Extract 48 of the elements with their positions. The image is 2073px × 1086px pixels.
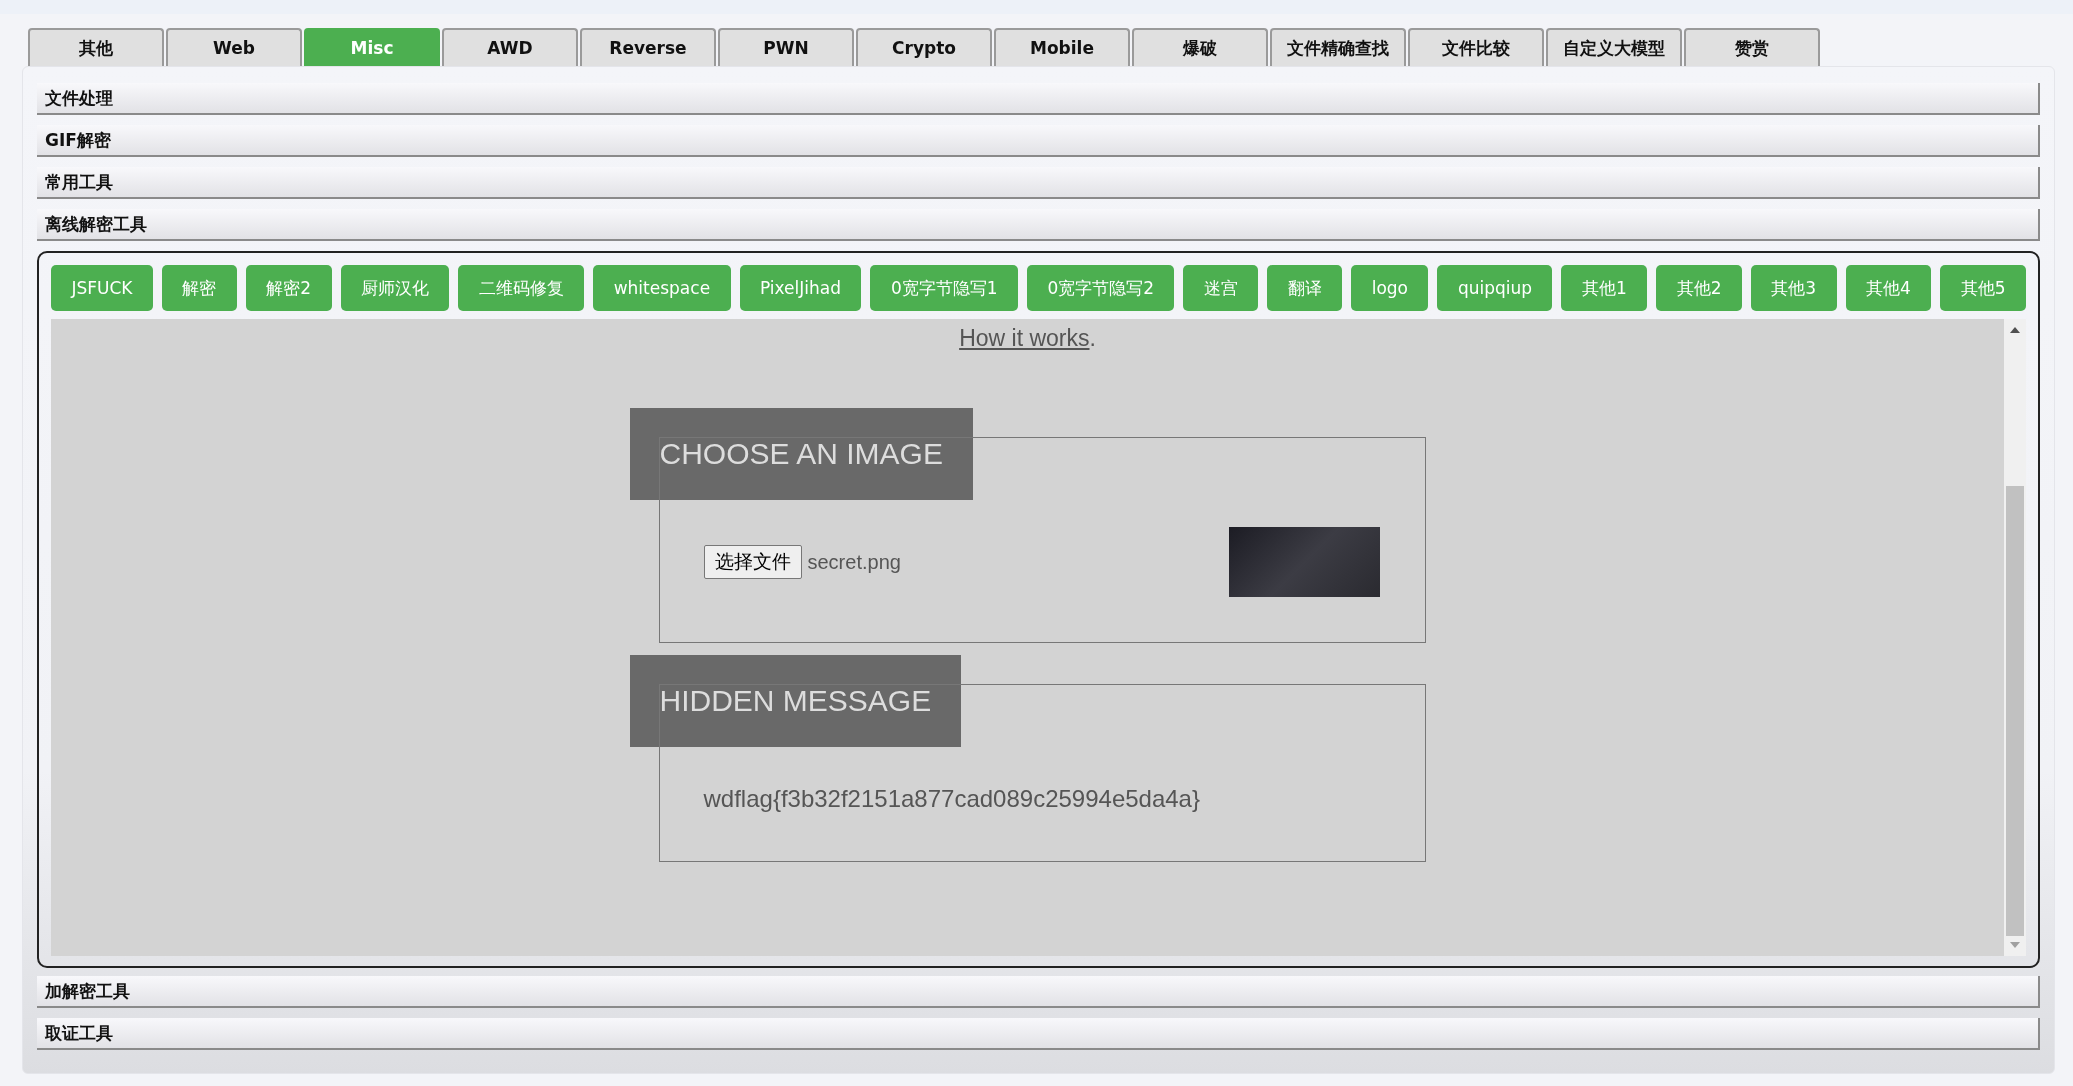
tab[interactable]: Crypto	[856, 28, 992, 66]
hidden-message-text: wdflag{f3b32f2151a877cad089c25994e5da4a}	[703, 785, 1200, 812]
tool-button[interactable]: logo	[1351, 265, 1429, 311]
choose-file-button[interactable]: 选择文件	[703, 545, 802, 579]
tool-button[interactable]: 迷宫	[1183, 265, 1259, 311]
tool-button[interactable]: 0宽字节隐写2	[1026, 265, 1175, 311]
tab[interactable]: 其他	[28, 28, 164, 66]
accordion-header[interactable]: 加解密工具	[37, 976, 2040, 1008]
tab[interactable]: Misc	[304, 28, 440, 66]
tool-button[interactable]: 其他2	[1656, 265, 1742, 311]
scroll-down-icon[interactable]	[2010, 942, 2020, 948]
accordion-header[interactable]: 文件处理	[37, 83, 2040, 115]
tab[interactable]: Mobile	[994, 28, 1130, 66]
tab[interactable]: 文件比较	[1408, 28, 1544, 66]
period-text: .	[1089, 325, 1096, 351]
tool-button[interactable]: 厨师汉化	[340, 265, 450, 311]
tab[interactable]: 自定义大模型	[1546, 28, 1682, 66]
accordion-header[interactable]: GIF解密	[37, 125, 2040, 157]
tool-button[interactable]: JSFUCK	[51, 265, 153, 311]
tool-button[interactable]: PixelJihad	[739, 265, 862, 311]
tab[interactable]: Reverse	[580, 28, 716, 66]
tool-button[interactable]: 其他3	[1750, 265, 1837, 311]
scrollbar-thumb[interactable]	[2006, 486, 2024, 936]
section-heading: HIDDEN MESSAGE	[629, 655, 962, 747]
tab[interactable]: 爆破	[1132, 28, 1268, 66]
accordion-header[interactable]: 离线解密工具	[37, 209, 2040, 241]
tool-button[interactable]: 二维码修复	[458, 265, 585, 311]
accordion-header[interactable]: 常用工具	[37, 167, 2040, 199]
scroll-up-icon[interactable]	[2010, 327, 2020, 333]
scrollbar[interactable]	[2004, 319, 2026, 956]
how-it-works-link[interactable]: How it works	[959, 325, 1090, 351]
tool-button[interactable]: 其他4	[1845, 265, 1932, 311]
tab[interactable]: 赞赏	[1684, 28, 1820, 66]
tool-button[interactable]: 其他5	[1940, 265, 2026, 311]
tab[interactable]: AWD	[442, 28, 578, 66]
tool-button[interactable]: 解密	[161, 265, 237, 311]
tool-button[interactable]: 翻译	[1267, 265, 1343, 311]
tab[interactable]: PWN	[718, 28, 854, 66]
tab[interactable]: Web	[166, 28, 302, 66]
tool-button[interactable]: quipqiup	[1437, 265, 1553, 311]
accordion-header[interactable]: 取证工具	[37, 1018, 2040, 1050]
tool-button[interactable]: 解密2	[245, 265, 332, 311]
tool-button[interactable]: 0宽字节隐写1	[870, 265, 1018, 311]
tool-button[interactable]: whitespace	[593, 265, 731, 311]
tool-button[interactable]: 其他1	[1561, 265, 1648, 311]
file-name: secret.png	[807, 550, 901, 574]
section-heading: CHOOSE AN IMAGE	[629, 408, 973, 500]
tab[interactable]: 文件精确查找	[1270, 28, 1406, 66]
